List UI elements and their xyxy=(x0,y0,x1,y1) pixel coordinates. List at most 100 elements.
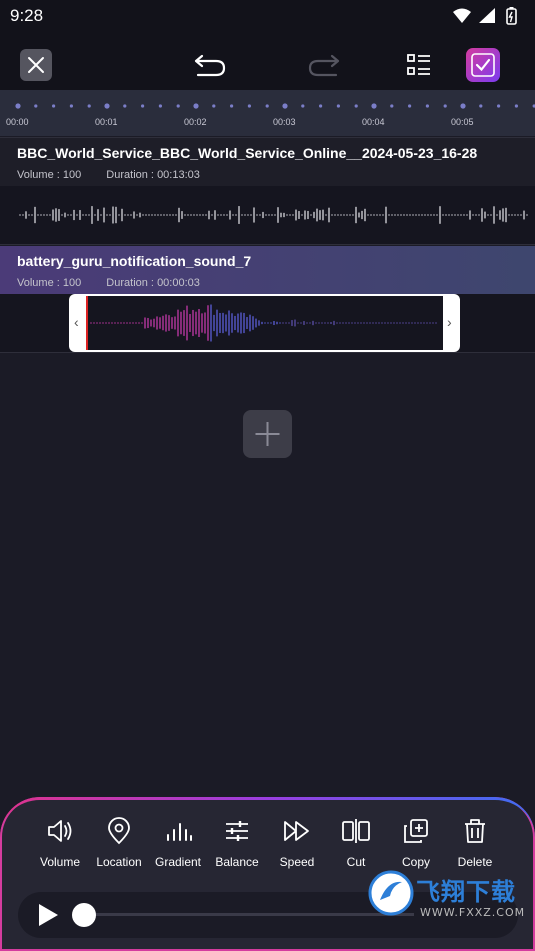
duration-value: 00:13:03 xyxy=(157,169,200,181)
waveform xyxy=(90,304,437,342)
timeline-tick xyxy=(425,104,429,108)
volume-value: 100 xyxy=(62,169,82,181)
sliders-icon xyxy=(226,821,248,841)
redo-button[interactable] xyxy=(306,50,342,80)
timeline-tick xyxy=(336,104,340,108)
track-meta: Volume : 100 Duration : 00:00:03 xyxy=(17,277,200,289)
status-icons xyxy=(453,7,517,25)
trash-icon xyxy=(465,819,485,843)
redo-icon xyxy=(308,54,340,77)
list-icon xyxy=(407,54,430,75)
tool-label: Gradient xyxy=(154,855,202,869)
track-title: BBC_World_Service_BBC_World_Service_Onli… xyxy=(17,145,478,161)
track-list-button[interactable] xyxy=(404,50,434,80)
track-waveform[interactable] xyxy=(0,186,535,245)
timeline-label: 00:02 xyxy=(184,117,207,127)
playhead-marker[interactable] xyxy=(86,296,88,350)
confirm-button[interactable] xyxy=(466,48,500,82)
timeline-label: 00:05 xyxy=(451,117,474,127)
timeline-tick xyxy=(460,103,466,109)
timeline-tick xyxy=(514,104,519,108)
tool-location[interactable]: Location xyxy=(89,816,149,876)
editor-toolbar xyxy=(0,32,535,90)
timeline-tick xyxy=(497,104,501,108)
timeline-tick xyxy=(212,104,216,108)
status-bar: 9:28 xyxy=(0,0,535,32)
timeline-tick xyxy=(123,104,127,108)
tool-label: Speed xyxy=(279,855,315,869)
close-icon xyxy=(28,57,44,73)
volume-label: Volume : xyxy=(17,277,60,289)
timeline-tick xyxy=(34,104,38,108)
track-meta: Volume : 100 Duration : 00:13:03 xyxy=(17,169,200,181)
volume-value: 100 xyxy=(62,277,82,289)
watermark-url: WWW.FXXZ.COM xyxy=(420,906,526,919)
track-waveform-selected[interactable]: ‹ › xyxy=(0,294,535,353)
duration-label: Duration : xyxy=(106,169,154,181)
cut-icon xyxy=(342,819,370,843)
tool-volume[interactable]: Volume xyxy=(30,816,90,876)
timeline-tick xyxy=(443,104,447,108)
timeline-label: 00:00 xyxy=(6,117,29,127)
timeline-tick xyxy=(141,104,145,108)
timeline-label: 00:04 xyxy=(362,117,385,127)
volume-label: Volume : xyxy=(17,169,60,181)
add-track-button[interactable] xyxy=(243,410,292,458)
tool-label: Volume xyxy=(39,855,81,869)
seek-track[interactable] xyxy=(84,913,414,916)
timeline-tick xyxy=(390,104,394,108)
timeline-tick xyxy=(408,104,412,108)
timeline-tick xyxy=(52,104,56,108)
location-pin-icon xyxy=(108,817,130,845)
clip-waveform-area xyxy=(87,296,443,350)
timeline-tick xyxy=(319,104,323,108)
timeline-tick xyxy=(479,104,483,108)
duration-value: 00:00:03 xyxy=(157,277,200,289)
timeline-tick xyxy=(354,104,358,108)
track-header-selected[interactable]: battery_guru_notification_sound_7 Volume… xyxy=(0,246,535,294)
tool-gradient[interactable]: Gradient xyxy=(148,816,208,876)
tool-speed[interactable]: Speed xyxy=(267,816,327,876)
copy-icon xyxy=(404,819,428,843)
timeline-tick xyxy=(15,103,21,109)
timeline-label: 00:03 xyxy=(273,117,296,127)
status-time: 9:28 xyxy=(10,6,44,25)
tool-label: Balance xyxy=(215,855,259,869)
check-icon xyxy=(471,53,495,77)
track-title: battery_guru_notification_sound_7 xyxy=(17,253,252,269)
timeline-tick xyxy=(104,103,110,109)
timeline-tick xyxy=(301,104,305,108)
watermark: 飞翔下载 WWW.FXXZ.COM xyxy=(368,862,528,942)
plus-icon xyxy=(255,422,280,446)
timeline-tick xyxy=(230,104,234,108)
trim-left-handle[interactable]: ‹ xyxy=(74,314,79,330)
close-button[interactable] xyxy=(20,49,52,81)
trim-right-handle[interactable]: › xyxy=(447,314,452,330)
timeline-tick xyxy=(87,104,91,108)
wifi-icon xyxy=(453,8,471,23)
timeline-ruler[interactable]: 00:00 00:01 00:02 00:03 00:04 00:05 xyxy=(0,90,535,136)
fast-forward-icon xyxy=(284,821,309,841)
timeline-tick xyxy=(247,104,251,108)
speaker-icon xyxy=(48,820,72,842)
undo-button[interactable] xyxy=(192,50,228,80)
signal-icon xyxy=(479,8,495,23)
track-header[interactable]: BBC_World_Service_BBC_World_Service_Onli… xyxy=(0,137,535,187)
gradient-bars-icon xyxy=(167,823,192,841)
clip-trim-box[interactable]: ‹ › xyxy=(69,294,460,352)
waveform xyxy=(19,206,528,224)
timeline-tick xyxy=(69,104,73,108)
timeline-label: 00:01 xyxy=(95,117,118,127)
timeline-tick xyxy=(282,103,288,109)
tool-balance[interactable]: Balance xyxy=(207,816,267,876)
watermark-text: 飞翔下载 xyxy=(416,878,516,906)
timeline-tick xyxy=(158,104,162,108)
seek-thumb[interactable] xyxy=(72,903,96,927)
duration-label: Duration : xyxy=(106,277,154,289)
timeline-tick xyxy=(371,103,377,109)
play-icon[interactable] xyxy=(36,902,60,928)
timeline-tick xyxy=(176,104,180,108)
undo-icon xyxy=(194,54,226,77)
timeline-tick xyxy=(265,104,269,108)
watermark-logo-icon xyxy=(368,870,414,916)
